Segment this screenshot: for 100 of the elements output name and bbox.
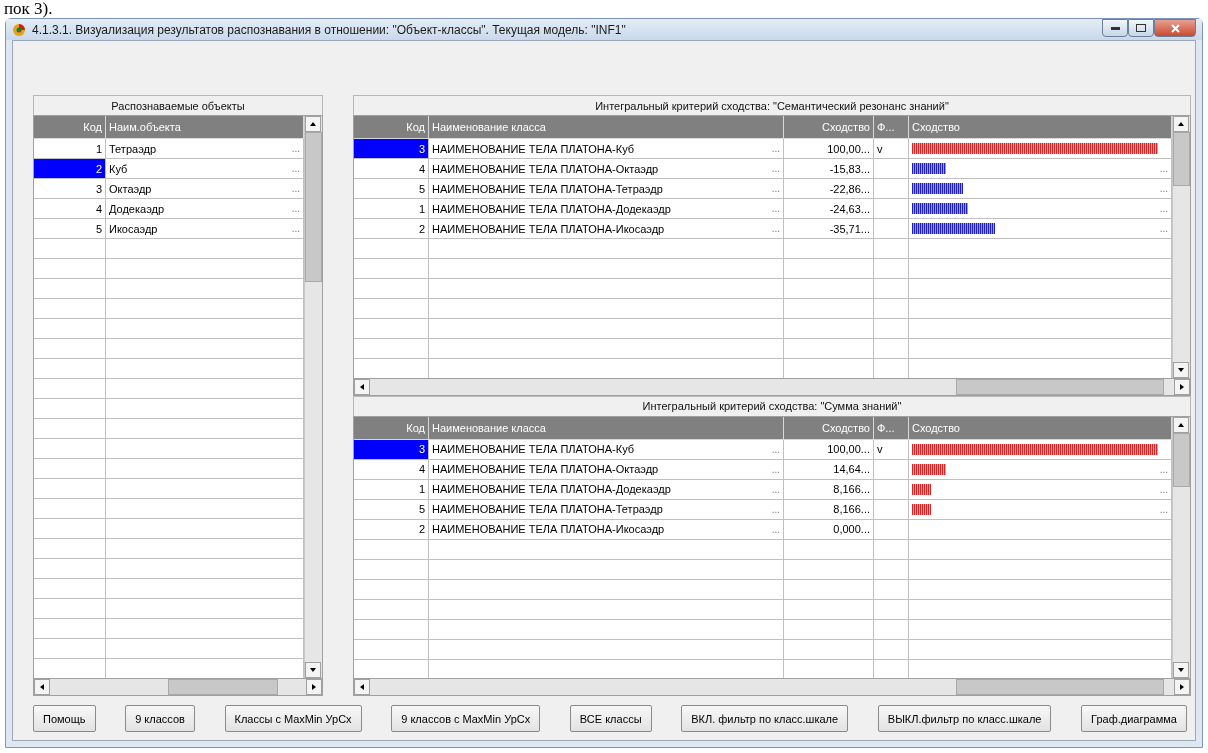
scroll-up-button[interactable] xyxy=(305,116,321,132)
table-cell-text: НАИМЕНОВАНИЕ ТЕЛА ПЛАТОНА-Октаэдр xyxy=(432,463,660,475)
table-cell[interactable]: 5 xyxy=(354,179,429,199)
table-cell-text: НАИМЕНОВАНИЕ ТЕЛА ПЛАТОНА-Куб xyxy=(432,142,636,155)
table-cell: v xyxy=(874,439,909,460)
table-cell[interactable]: 4 xyxy=(34,199,106,219)
scroll-down-button[interactable] xyxy=(1173,662,1189,678)
table-cell-text: НАИМЕНОВАНИЕ ТЕЛА ПЛАТОНА-Додекаэдр xyxy=(432,202,672,215)
action-button[interactable]: ВСЕ классы xyxy=(569,705,652,732)
ellipsis-button[interactable]: ... xyxy=(771,523,780,535)
scroll-up-button[interactable] xyxy=(1173,116,1189,132)
table-cell[interactable]: 4 xyxy=(354,459,429,480)
table-cell[interactable]: 5 xyxy=(34,219,106,239)
table-cell[interactable]: 3 xyxy=(34,179,106,199)
scroll-down-button[interactable] xyxy=(305,662,321,678)
ellipsis-button[interactable]: ... xyxy=(771,143,780,154)
scroll-right-button[interactable] xyxy=(306,679,322,695)
ellipsis-button[interactable]: ... xyxy=(771,503,780,515)
scroll-right-button[interactable] xyxy=(1174,679,1190,695)
table-cell[interactable]: 2 xyxy=(354,519,429,540)
table-cell[interactable]: 2 xyxy=(354,219,429,239)
ellipsis-button[interactable]: ... xyxy=(1159,223,1168,234)
down-arrow-icon xyxy=(309,666,317,674)
table-cell: 8,166... xyxy=(784,499,874,520)
table-cell[interactable]: 2 xyxy=(34,159,106,179)
action-button[interactable]: ВЫКЛ.фильтр по класс.шкале xyxy=(877,705,1052,732)
ellipsis-button[interactable]: ... xyxy=(771,203,780,214)
table-cell: 0,000... xyxy=(784,519,874,540)
minimize-button[interactable] xyxy=(1102,19,1128,37)
column-header[interactable]: Сходство xyxy=(784,416,874,440)
scrollbar-thumb[interactable] xyxy=(956,378,1164,395)
column-header[interactable]: Наименование класса xyxy=(429,416,784,440)
ellipsis-button[interactable]: ... xyxy=(291,223,300,234)
ellipsis-button[interactable]: ... xyxy=(771,183,780,194)
close-button[interactable] xyxy=(1154,19,1196,37)
scroll-right-button[interactable] xyxy=(1174,378,1190,395)
maximize-button[interactable] xyxy=(1128,19,1154,37)
table-cell: 14,64... xyxy=(784,459,874,480)
table-cell[interactable]: 3 xyxy=(354,439,429,460)
ellipsis-button[interactable]: ... xyxy=(291,163,300,174)
scrollbar-thumb[interactable] xyxy=(956,679,1164,695)
vertical-scrollbar[interactable] xyxy=(1172,416,1190,678)
table-cell: 100,00... xyxy=(784,439,874,460)
column-header[interactable]: Код xyxy=(34,116,106,139)
table-cell[interactable]: 1 xyxy=(354,479,429,500)
down-arrow-icon xyxy=(1177,666,1185,674)
ellipsis-button[interactable]: ... xyxy=(771,163,780,174)
scroll-left-button[interactable] xyxy=(354,679,370,695)
ellipsis-button[interactable]: ... xyxy=(771,483,780,495)
ellipsis-button[interactable]: ... xyxy=(1159,503,1168,515)
action-button[interactable]: ВКЛ. фильтр по класс.шкале xyxy=(681,705,849,732)
right-arrow-icon xyxy=(1178,683,1186,691)
column-header[interactable]: Сходство xyxy=(784,116,874,139)
column-header[interactable]: Код xyxy=(354,116,429,139)
action-button[interactable]: 9 классов xyxy=(125,705,195,732)
action-button[interactable]: Помощь xyxy=(33,705,96,732)
column-header[interactable]: Код xyxy=(354,416,429,440)
ellipsis-button[interactable]: ... xyxy=(291,143,300,154)
ellipsis-button[interactable]: ... xyxy=(771,463,780,475)
ellipsis-button[interactable]: ... xyxy=(291,203,300,214)
action-button[interactable]: Граф.диаграмма xyxy=(1081,705,1187,732)
ellipsis-button[interactable]: ... xyxy=(1159,183,1168,194)
down-arrow-icon xyxy=(1177,365,1185,374)
table-cell: -24,63... xyxy=(784,199,874,219)
maximize-icon xyxy=(1136,24,1146,32)
ellipsis-button[interactable]: ... xyxy=(1159,483,1168,495)
table-cell[interactable]: 3 xyxy=(354,139,429,159)
column-header[interactable]: Сходство xyxy=(909,116,1172,139)
table-cell[interactable]: 4 xyxy=(354,159,429,179)
vertical-scrollbar[interactable] xyxy=(1172,116,1190,378)
table-cell[interactable]: 1 xyxy=(354,199,429,219)
column-header[interactable]: Сходство xyxy=(909,416,1172,440)
scrollbar-thumb[interactable] xyxy=(1173,132,1190,186)
scroll-left-button[interactable] xyxy=(34,679,50,695)
scrollbar-thumb[interactable] xyxy=(305,132,322,282)
column-header[interactable]: Ф... xyxy=(874,116,909,139)
column-header[interactable]: Наим.объекта xyxy=(106,116,304,139)
action-button[interactable]: 9 классов с MaxMin УрСх xyxy=(391,705,541,732)
vertical-scrollbar[interactable] xyxy=(304,116,322,678)
scroll-up-button[interactable] xyxy=(1173,416,1189,433)
ellipsis-button[interactable]: ... xyxy=(1159,163,1168,174)
ellipsis-button[interactable]: ... xyxy=(1159,463,1168,475)
table-cell[interactable]: 5 xyxy=(354,499,429,520)
ellipsis-button[interactable]: ... xyxy=(1159,203,1168,214)
table-cell: -35,71... xyxy=(784,219,874,239)
panel-title: Интегральный критерий сходства: "Семантический резонанс знаний" xyxy=(353,95,1191,115)
column-header[interactable]: Ф... xyxy=(874,416,909,440)
ellipsis-button[interactable]: ... xyxy=(771,223,780,234)
left-arrow-icon xyxy=(358,683,366,691)
action-button[interactable]: Классы с MaxMin УрСх xyxy=(224,705,362,732)
scroll-left-button[interactable] xyxy=(354,378,370,395)
table-cell[interactable]: 1 xyxy=(34,139,106,159)
horizontal-scrollbar[interactable] xyxy=(353,678,1191,696)
ellipsis-button[interactable]: ... xyxy=(291,183,300,194)
scrollbar-thumb[interactable] xyxy=(1173,432,1190,487)
scroll-down-button[interactable] xyxy=(1173,361,1189,378)
scrollbar-thumb[interactable] xyxy=(168,679,278,695)
column-header[interactable]: Наименование класса xyxy=(429,116,784,139)
horizontal-scrollbar[interactable] xyxy=(33,678,323,696)
ellipsis-button[interactable]: ... xyxy=(771,443,780,455)
